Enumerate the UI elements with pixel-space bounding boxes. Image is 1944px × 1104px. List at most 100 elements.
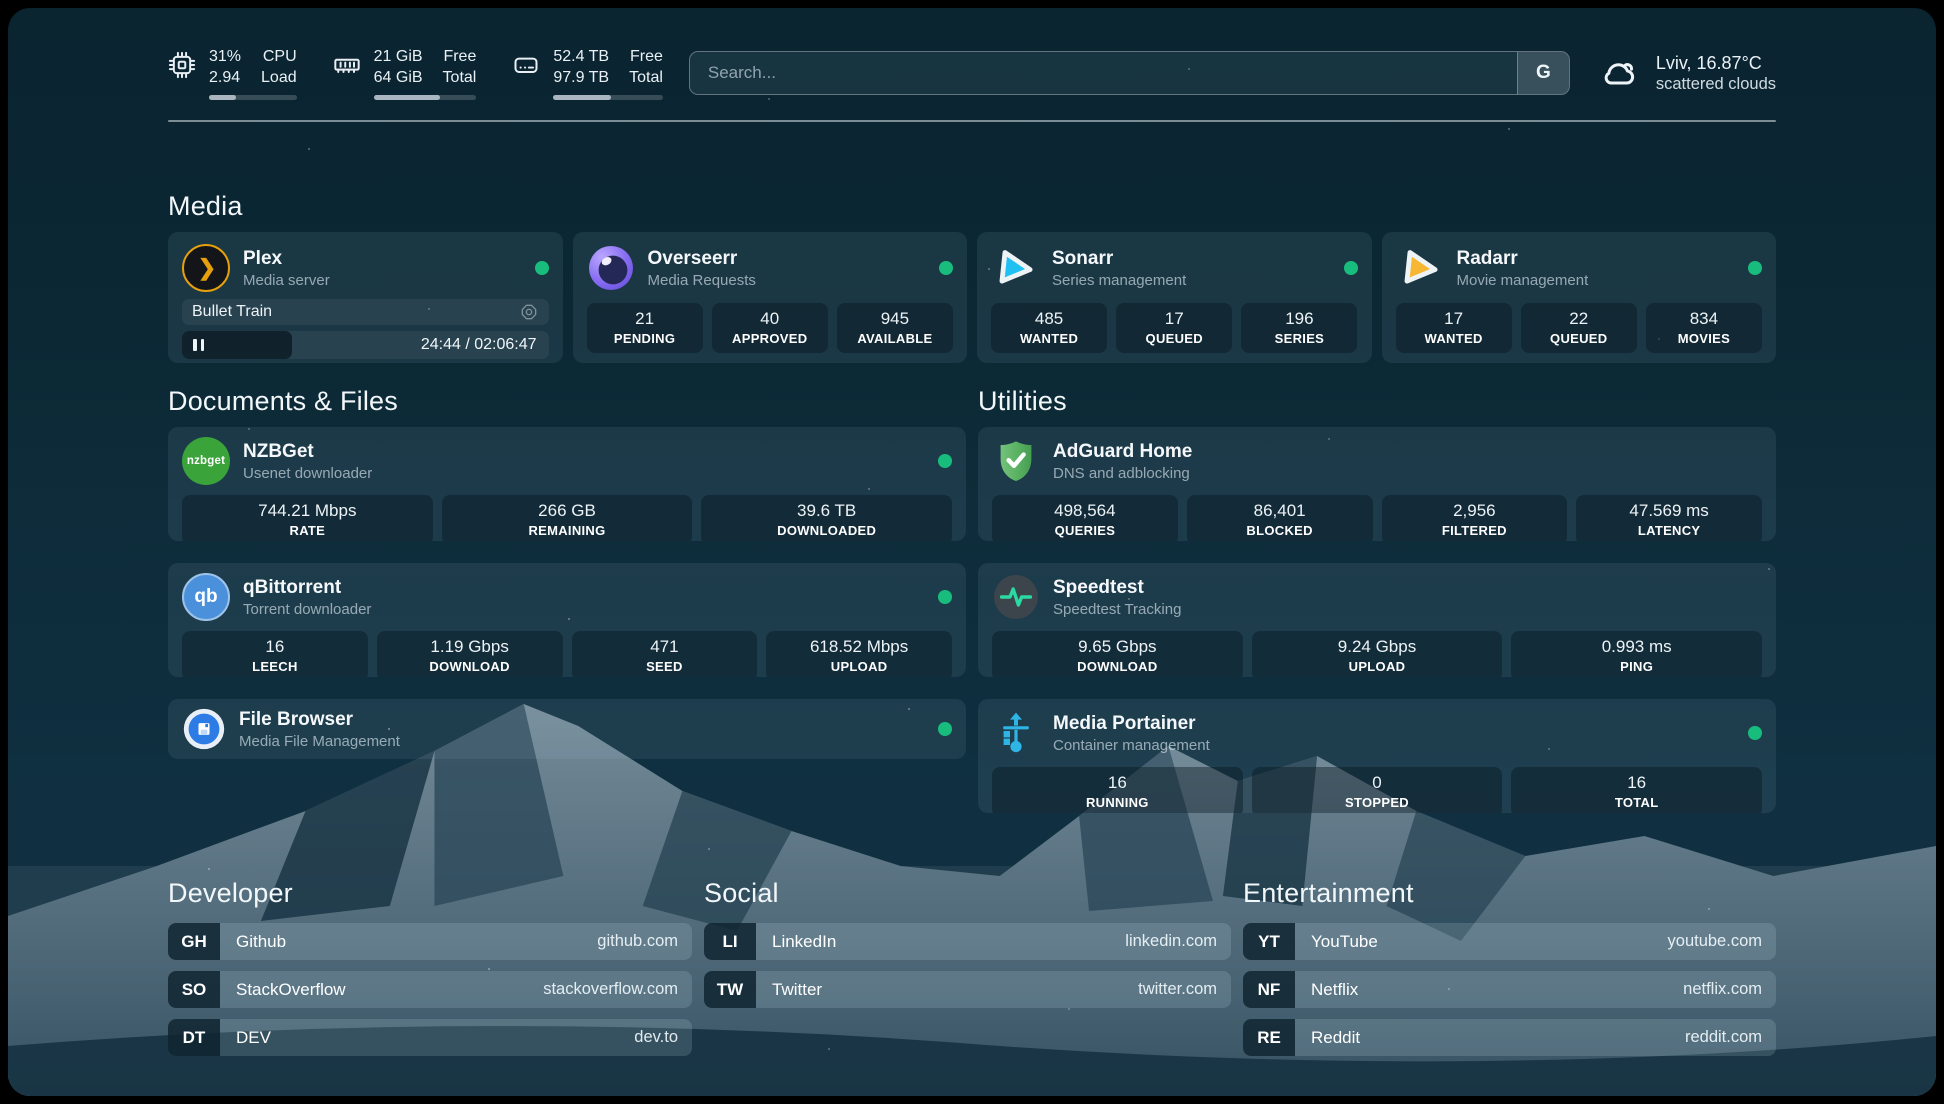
search-input[interactable] (690, 52, 1517, 94)
cpu-widget: 31% 2.94 CPU Load (168, 46, 297, 100)
stat-box: 9.65 GbpsDOWNLOAD (992, 631, 1243, 677)
ram-total: 64 GiB (374, 67, 423, 88)
section-title-developer: Developer (168, 877, 692, 909)
ram-icon (333, 51, 361, 79)
bookmark-url: twitter.com (1138, 971, 1231, 1008)
ram-widget: 21 GiB 64 GiB Free Total (333, 46, 477, 100)
stat-box: 196SERIES (1241, 303, 1357, 353)
filebrowser-icon (182, 707, 226, 751)
bookmark-youtube[interactable]: YT YouTube youtube.com (1243, 923, 1776, 960)
now-playing-settings-icon[interactable] (519, 302, 539, 322)
disk-total: 97.9 TB (553, 67, 609, 88)
now-playing-row: Bullet Train (182, 299, 549, 325)
stat-box: 22QUEUED (1521, 303, 1637, 353)
adguard-icon (992, 437, 1040, 485)
disk-label: Free (629, 46, 663, 67)
bookmark-twitter[interactable]: TW Twitter twitter.com (704, 971, 1231, 1008)
cpu-label2: Load (261, 67, 297, 88)
bookmark-name: Netflix (1295, 971, 1358, 1008)
playback-time: 24:44 / 02:06:47 (421, 336, 549, 354)
section-title-entertainment: Entertainment (1243, 877, 1776, 909)
stat-box: 266 GBREMAINING (442, 495, 693, 541)
plex-icon: ❯ (182, 244, 230, 292)
sonarr-card[interactable]: Sonarr Series management 485WANTED 17QUE… (977, 232, 1372, 363)
stat-box: 485WANTED (991, 303, 1107, 353)
section-title-social: Social (704, 877, 1231, 909)
bookmark-abbr: DT (168, 1019, 220, 1056)
app-title: Radarr (1457, 247, 1589, 270)
qbittorrent-card[interactable]: qb qBittorrent Torrent downloader 16LEEC… (168, 563, 966, 677)
status-dot (1748, 726, 1762, 740)
cpu-load: 2.94 (209, 67, 241, 88)
bookmark-linkedin[interactable]: LI LinkedIn linkedin.com (704, 923, 1231, 960)
cloud-icon (1596, 53, 1642, 93)
filebrowser-card[interactable]: File Browser Media File Management (168, 699, 966, 759)
bookmark-url: stackoverflow.com (543, 971, 692, 1008)
stat-box: 618.52 MbpsUPLOAD (766, 631, 952, 677)
app-subtitle: Usenet downloader (243, 464, 372, 483)
bookmark-netflix[interactable]: NF Netflix netflix.com (1243, 971, 1776, 1008)
stat-box: 16TOTAL (1511, 767, 1762, 813)
playback-elapsed-pill (182, 331, 292, 359)
app-title: File Browser (239, 708, 400, 731)
status-dot (1748, 261, 1762, 275)
stat-box: 834MOVIES (1646, 303, 1762, 353)
disk-label2: Total (629, 67, 663, 88)
section-title-utilities: Utilities (978, 385, 1776, 417)
bookmark-abbr: SO (168, 971, 220, 1008)
stat-box: 40APPROVED (712, 303, 828, 353)
bookmark-abbr: YT (1243, 923, 1295, 960)
bookmark-github[interactable]: GH Github github.com (168, 923, 692, 960)
weather-location-temp: Lviv, 16.87°C (1656, 52, 1776, 75)
weather-widget: Lviv, 16.87°C scattered clouds (1596, 52, 1776, 94)
nzbget-icon: nzbget (182, 437, 230, 485)
app-title: Overseerr (648, 247, 756, 270)
app-subtitle: Torrent downloader (243, 600, 371, 619)
bookmark-name: Github (220, 923, 286, 960)
app-title: Plex (243, 247, 330, 270)
radarr-card[interactable]: Radarr Movie management 17WANTED 22QUEUE… (1382, 232, 1777, 363)
app-title: qBittorrent (243, 576, 371, 599)
stat-box: 471SEED (572, 631, 758, 677)
stat-box: 47.569 msLATENCY (1576, 495, 1762, 541)
cpu-progress-fill (209, 95, 236, 100)
bookmark-url: github.com (597, 923, 692, 960)
disk-progress-fill (553, 95, 611, 100)
bookmark-stackoverflow[interactable]: SO StackOverflow stackoverflow.com (168, 971, 692, 1008)
section-title-media: Media (168, 190, 1776, 222)
bookmark-name: StackOverflow (220, 971, 346, 1008)
bookmark-reddit[interactable]: RE Reddit reddit.com (1243, 1019, 1776, 1056)
cpu-label: CPU (261, 46, 297, 67)
search-engine-button[interactable]: G (1517, 52, 1569, 94)
status-dot (938, 454, 952, 468)
pause-icon[interactable] (193, 339, 204, 351)
portainer-icon (992, 709, 1040, 757)
adguard-card[interactable]: AdGuard Home DNS and adblocking 498,564Q… (978, 427, 1776, 541)
bookmark-name: LinkedIn (756, 923, 836, 960)
app-title: Sonarr (1052, 247, 1186, 270)
stat-box: 16LEECH (182, 631, 368, 677)
stat-box: 945AVAILABLE (837, 303, 953, 353)
plex-card[interactable]: ❯ Plex Media server Bullet Train (168, 232, 563, 363)
ram-free: 21 GiB (374, 46, 423, 67)
overseerr-card[interactable]: Overseerr Media Requests 21PENDING 40APP… (573, 232, 968, 363)
status-dot (939, 261, 953, 275)
stat-box: 0.993 msPING (1511, 631, 1762, 677)
nzbget-card[interactable]: nzbget NZBGet Usenet downloader 744.21 M… (168, 427, 966, 541)
app-title: Speedtest (1053, 576, 1181, 599)
disk-icon (512, 51, 540, 79)
cpu-progress-track (209, 95, 297, 100)
portainer-card[interactable]: Media Portainer Container management 16R… (978, 699, 1776, 813)
disk-progress-track (553, 95, 663, 100)
ram-progress-fill (374, 95, 441, 100)
bookmark-url: reddit.com (1685, 1019, 1776, 1056)
app-subtitle: Media Requests (648, 271, 756, 290)
dashboard-screen: 31% 2.94 CPU Load (8, 8, 1936, 1096)
top-bar: 31% 2.94 CPU Load (168, 46, 1776, 100)
speedtest-card[interactable]: Speedtest Speedtest Tracking 9.65 GbpsDO… (978, 563, 1776, 677)
overseerr-icon (587, 244, 635, 292)
bookmark-dev[interactable]: DT DEV dev.to (168, 1019, 692, 1056)
app-subtitle: Movie management (1457, 271, 1589, 290)
bookmark-url: youtube.com (1668, 923, 1776, 960)
app-title: Media Portainer (1053, 712, 1210, 735)
